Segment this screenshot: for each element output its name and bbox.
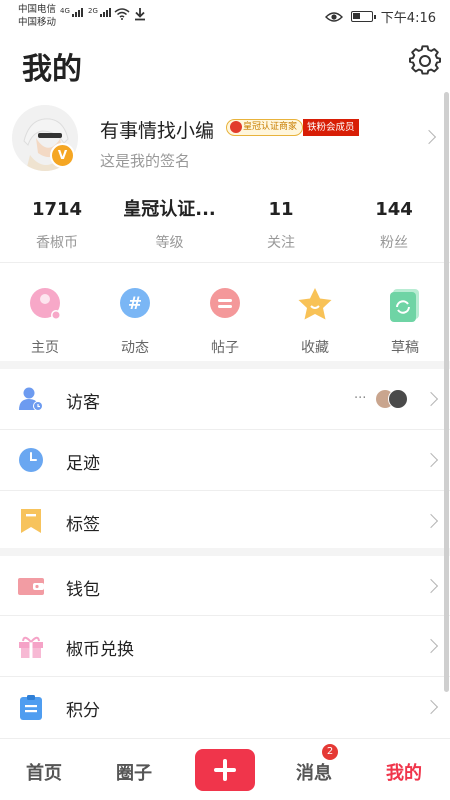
stat-label: 关注 xyxy=(267,235,295,251)
quick-action-label: 草稿 xyxy=(391,340,419,356)
stat-coins[interactable]: 1714 香椒币 xyxy=(12,198,102,252)
quick-action-label: 主页 xyxy=(31,340,59,356)
crown-certified-badge: 皇冠认证商家 xyxy=(226,119,304,136)
bottom-nav: 首页 圈子 消息 2 我的 xyxy=(0,738,450,800)
quick-action-feed[interactable]: # 动态 xyxy=(105,285,165,357)
draft-icon xyxy=(385,285,425,325)
quick-action-posts[interactable]: 帖子 xyxy=(195,285,255,357)
gift-icon xyxy=(18,633,44,659)
quick-action-label: 收藏 xyxy=(301,340,329,356)
quick-action-home[interactable]: 主页 xyxy=(15,285,75,357)
profile-signature: 这是我的签名 xyxy=(100,152,191,170)
verified-badge: V xyxy=(50,143,75,168)
page-title: 我的 xyxy=(22,52,82,87)
chevron-right-icon xyxy=(423,699,439,715)
section-gap xyxy=(0,361,450,369)
wallet-icon xyxy=(18,573,44,599)
plus-button[interactable] xyxy=(195,749,255,791)
profile-chevron-right-icon[interactable] xyxy=(421,129,437,145)
signal-icon: 2G xyxy=(88,8,111,17)
menu-item-footprints[interactable]: 足迹 xyxy=(0,430,450,490)
stat-label: 香椒币 xyxy=(36,235,78,251)
eye-icon xyxy=(324,11,343,22)
section-gap xyxy=(0,548,450,556)
carrier-info: 中国电信 中国移动 xyxy=(18,3,56,29)
chevron-right-icon xyxy=(423,578,439,594)
status-time: 下午4:16 xyxy=(380,11,436,26)
clock-icon xyxy=(18,447,44,473)
stat-fans[interactable]: 144 粉丝 xyxy=(349,198,439,252)
menu-item-coin-exchange[interactable]: 椒币兑换 xyxy=(0,616,450,676)
stat-value: 11 xyxy=(268,199,294,220)
stat-value: 1714 xyxy=(31,199,83,220)
visitors-more: ··· xyxy=(354,391,367,406)
menu-item-wallet[interactable]: 钱包 xyxy=(0,556,450,616)
nav-home[interactable]: 首页 xyxy=(26,759,62,785)
menu-item-label: 椒币兑换 xyxy=(66,640,134,660)
carrier-2: 中国移动 xyxy=(18,17,57,28)
stat-following[interactable]: 11 关注 xyxy=(236,198,326,252)
nav-messages[interactable]: 消息 xyxy=(296,759,332,785)
menu-item-label: 积分 xyxy=(66,701,100,721)
menu-item-label: 钱包 xyxy=(66,580,100,600)
clipboard-icon xyxy=(18,694,44,720)
svg-text:#: # xyxy=(128,294,142,314)
home-icon xyxy=(25,285,65,325)
hashtag-icon: # xyxy=(115,285,155,325)
crown-icon xyxy=(230,121,242,133)
scrollbar[interactable] xyxy=(444,92,449,692)
carrier-1: 中国电信 xyxy=(18,4,57,15)
quick-action-drafts[interactable]: 草稿 xyxy=(375,285,435,357)
chevron-right-icon xyxy=(423,452,439,468)
post-icon xyxy=(205,285,245,325)
chevron-right-icon xyxy=(423,391,439,407)
stat-label: 粉丝 xyxy=(380,235,408,251)
stat-value: 144 xyxy=(375,199,413,220)
quick-action-label: 帖子 xyxy=(211,340,239,356)
status-right: 下午4:16 xyxy=(324,7,436,26)
username: 有事情找小编 xyxy=(100,120,215,142)
chevron-right-icon xyxy=(423,513,439,529)
menu-item-label: 标签 xyxy=(66,515,100,535)
stat-label: 等级 xyxy=(155,235,184,251)
signal-icon: 4G xyxy=(60,8,83,17)
star-icon xyxy=(295,285,335,325)
menu-item-label: 足迹 xyxy=(66,454,100,474)
visitor-icon xyxy=(18,386,44,412)
bookmark-icon xyxy=(18,508,44,534)
divider xyxy=(0,262,450,263)
download-icon xyxy=(135,8,145,21)
menu-item-tags[interactable]: 标签 xyxy=(0,491,450,551)
chevron-right-icon xyxy=(423,638,439,654)
menu-item-points[interactable]: 积分 xyxy=(0,677,450,737)
nav-mine[interactable]: 我的 xyxy=(386,759,422,785)
status-bar: 中国电信 中国移动 4G 2G 下午4:16 xyxy=(0,0,450,32)
messages-badge: 2 xyxy=(322,744,338,760)
fan-club-badge: 铁粉会成员 xyxy=(303,119,359,136)
menu-item-label: 访客 xyxy=(66,393,100,413)
quick-action-favorites[interactable]: 收藏 xyxy=(285,285,345,357)
menu-item-visitors[interactable]: 访客 ··· xyxy=(0,369,450,429)
stat-value: 皇冠认证... xyxy=(123,199,216,220)
battery-icon xyxy=(350,11,376,22)
stat-level[interactable]: 皇冠认证... 等级 xyxy=(112,198,227,252)
quick-action-label: 动态 xyxy=(121,340,149,356)
visitor-avatar xyxy=(388,389,408,409)
nav-circle[interactable]: 圈子 xyxy=(116,759,152,785)
gear-icon[interactable] xyxy=(409,45,441,77)
wifi-icon xyxy=(114,8,130,20)
